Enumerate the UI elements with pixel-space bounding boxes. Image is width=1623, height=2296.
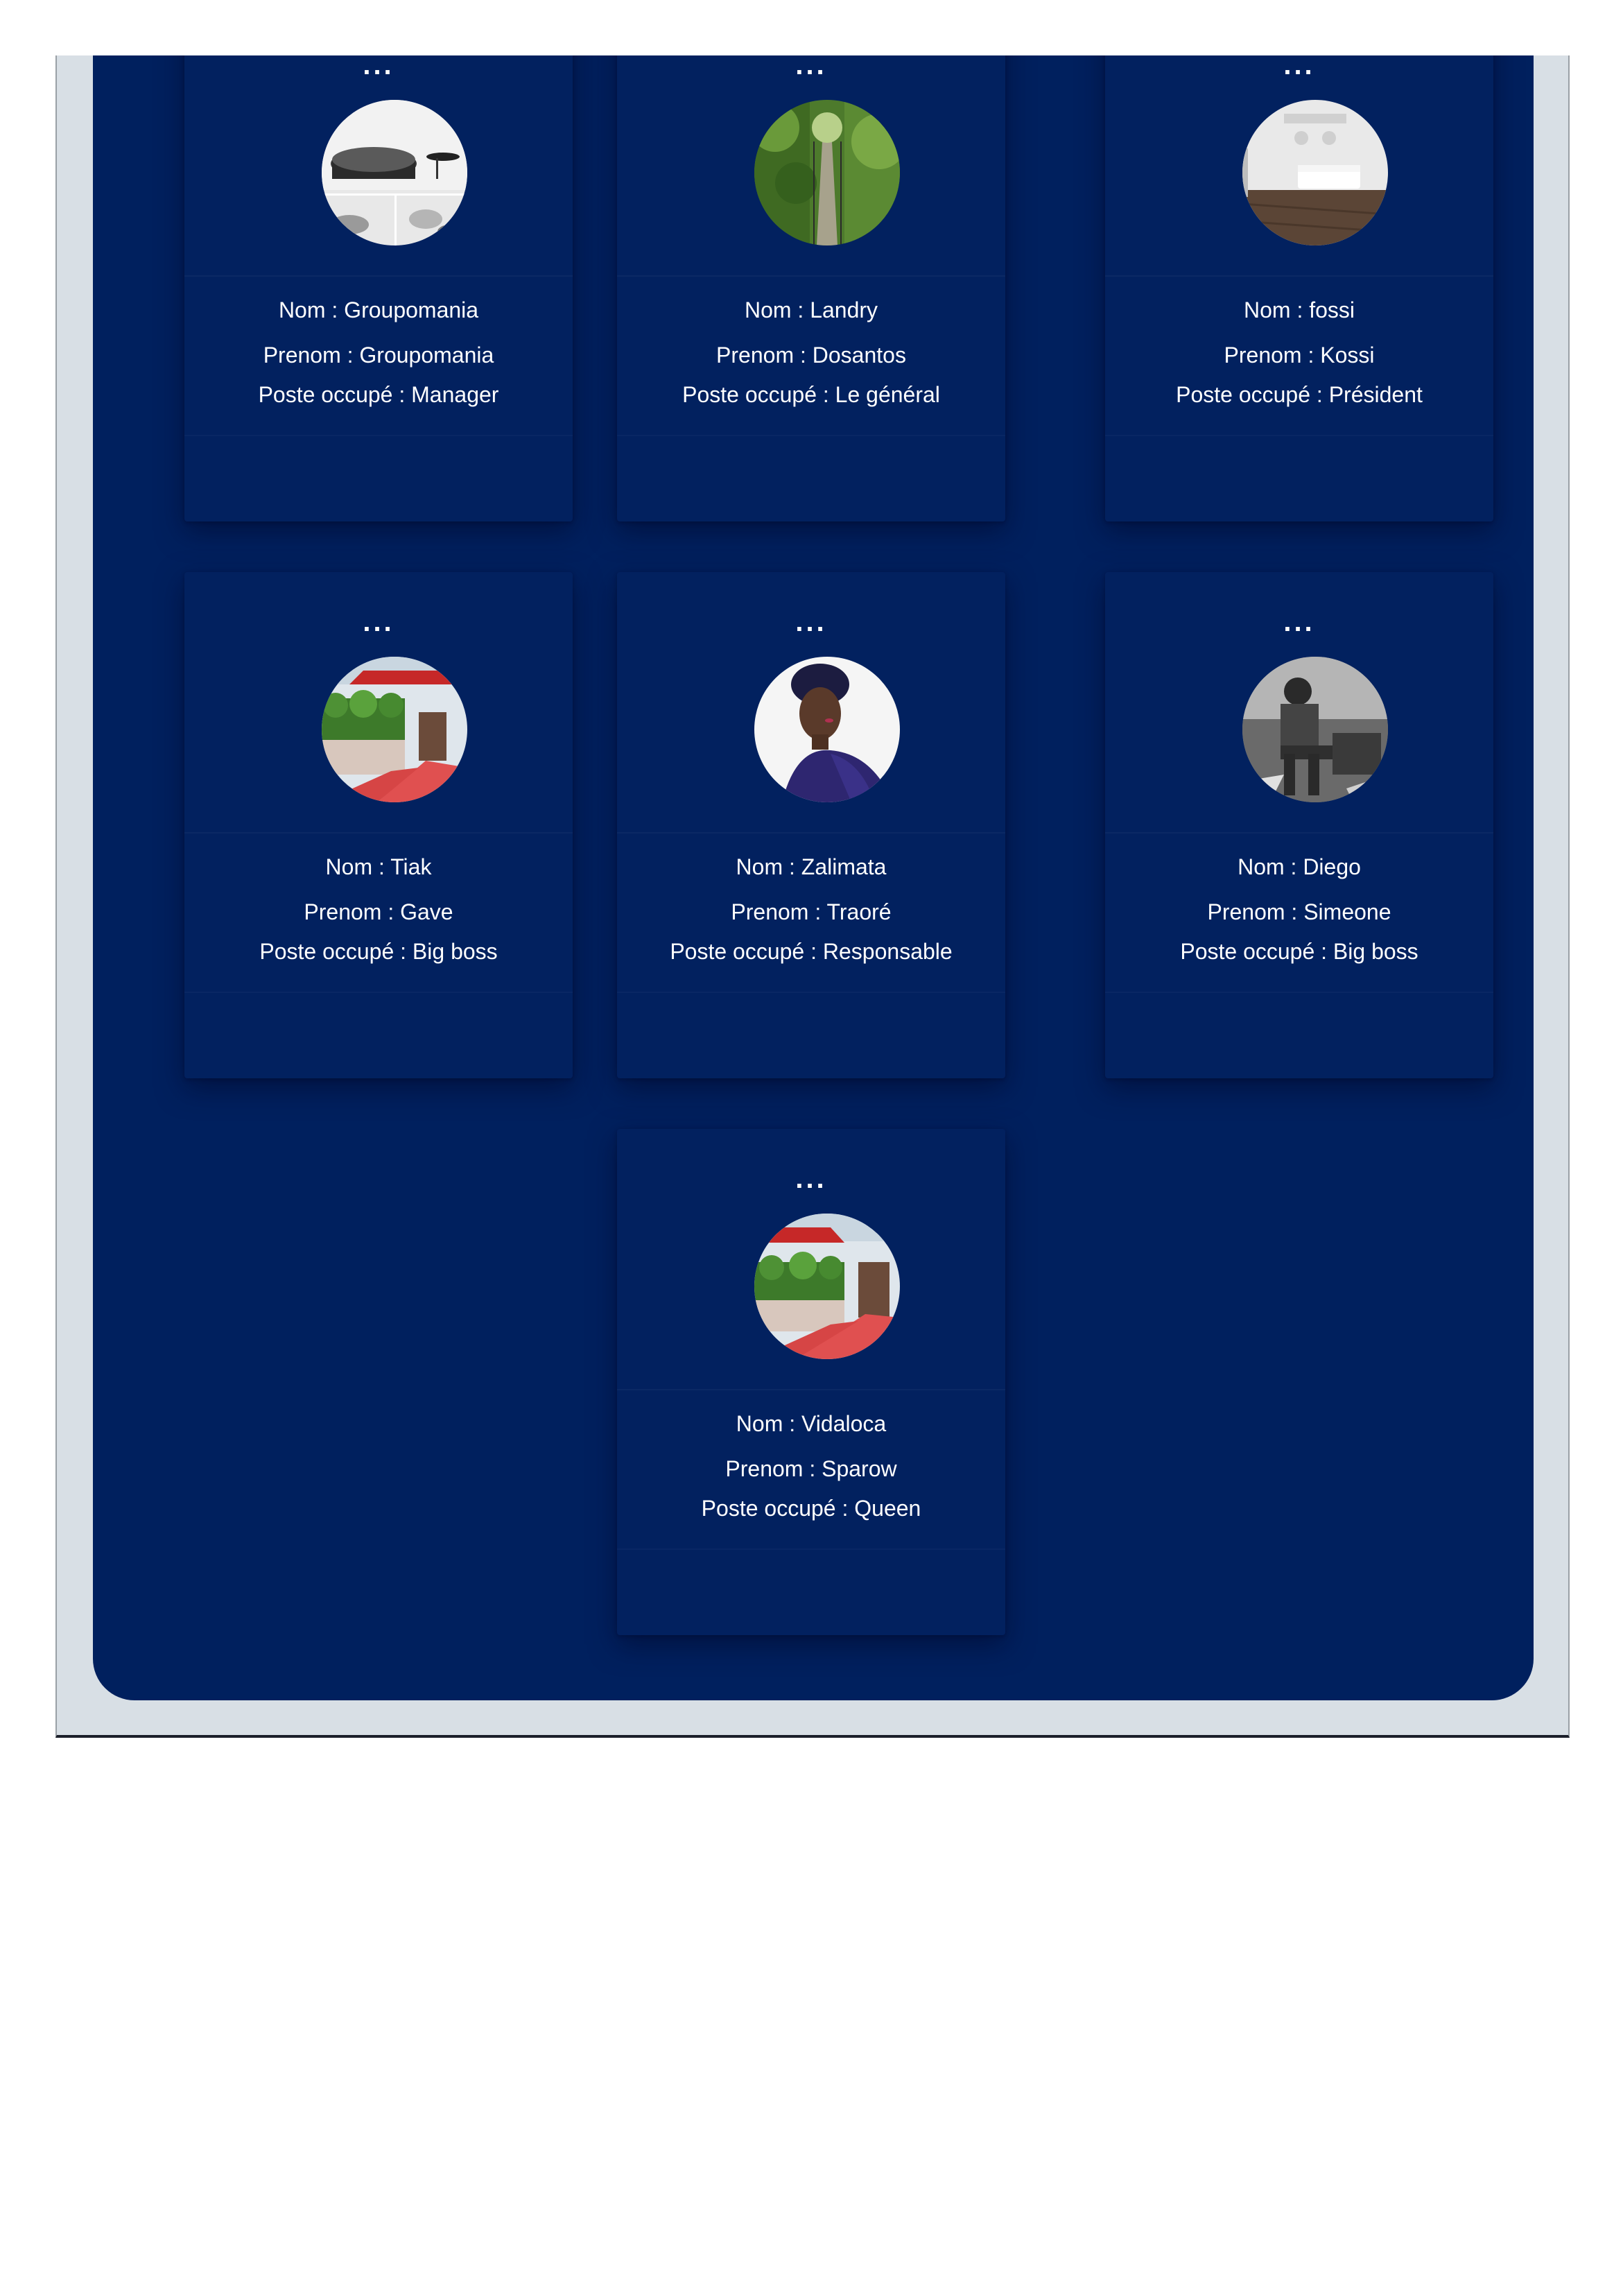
card-footer <box>1105 992 1493 993</box>
avatar <box>322 657 467 802</box>
employee-card: ... Nom : Diego Prenom : Simeone Poste o… <box>1105 572 1493 1078</box>
card-divider <box>184 832 573 834</box>
employee-poste: Poste occupé : Manager <box>258 382 499 407</box>
employee-card: ... Nom : Groupomania Prenom: Groupoman… <box>184 55 573 521</box>
avatar <box>1242 100 1388 245</box>
avatar <box>754 1214 900 1359</box>
avatar <box>754 100 900 245</box>
employee-poste: Poste occupé : Big boss <box>259 939 498 964</box>
card-divider <box>1105 832 1493 834</box>
employee-prenom: Prenom : Sparow <box>725 1456 897 1481</box>
card-footer <box>617 992 1005 993</box>
card-footer <box>184 435 573 436</box>
employee-nom: Nom : fossi <box>1243 297 1355 322</box>
employee-poste: Poste occupé : Le général <box>682 382 940 407</box>
card-divider <box>184 275 573 277</box>
card-divider <box>1105 275 1493 277</box>
card-menu-button[interactable]: ... <box>617 1165 1005 1193</box>
employee-poste: Poste occupé : Président <box>1176 382 1423 407</box>
employees-panel: ... Nom : Groupomania Prenom: Groupoman… <box>93 55 1534 1700</box>
card-menu-button[interactable]: ... <box>617 55 1005 79</box>
employee-card: ... Nom : Landry Prenom : Dosantos Poste… <box>617 55 1005 521</box>
card-menu-button[interactable]: ... <box>617 608 1005 636</box>
card-footer <box>1105 435 1493 436</box>
avatar <box>1242 657 1388 802</box>
employee-nom: Nom : Groupomania <box>278 297 479 322</box>
employee-nom: Nom : Vidaloca <box>736 1411 887 1436</box>
card-footer <box>617 1548 1005 1550</box>
card-divider <box>617 832 1005 834</box>
page-viewport: ... Nom : Groupomania Prenom: Groupoman… <box>55 55 1570 1738</box>
avatar <box>322 100 467 245</box>
employee-poste: Poste occupé : Responsable <box>670 939 953 964</box>
employee-nom: Nom : Diego <box>1238 854 1361 879</box>
employee-nom: Nom : Zalimata <box>736 854 887 879</box>
employee-prenom: Prenom : Traoré <box>731 899 892 924</box>
employee-card: ... Nom : Vidaloca Prenom : Sparow Poste… <box>617 1129 1005 1635</box>
employee-prenom: Prenom : Groupomania <box>263 343 494 368</box>
employee-prenom: Prenom : Kossi <box>1224 343 1375 368</box>
card-footer <box>617 435 1005 436</box>
card-divider <box>617 1389 1005 1390</box>
employee-poste: Poste occupé : Queen <box>701 1496 921 1521</box>
employee-prenom: Prenom : Gave <box>304 899 453 924</box>
employee-nom: Nom : Landry <box>744 297 878 322</box>
card-footer <box>184 992 573 993</box>
card-menu-button[interactable]: ... <box>1105 55 1493 79</box>
avatar <box>754 657 900 802</box>
employee-card: ... Nom : fossi Prenom : Kossi Poste occ… <box>1105 55 1493 521</box>
employee-poste: Poste occupé : Big boss <box>1180 939 1418 964</box>
employee-card: ... Nom : Tiak Prenom : Gave Poste occup… <box>184 572 573 1078</box>
card-menu-button[interactable]: ... <box>184 55 573 79</box>
employee-card: ... Nom : Zalimata Prenom : Traoré Poste… <box>617 572 1005 1078</box>
employee-prenom: Prenom : Simeone <box>1207 899 1391 924</box>
employee-prenom: Prenom : Dosantos <box>716 343 906 368</box>
employee-nom: Nom : Tiak <box>325 854 432 879</box>
card-menu-button[interactable]: ... <box>184 608 573 636</box>
card-menu-button[interactable]: ... <box>1105 608 1493 636</box>
card-divider <box>617 275 1005 277</box>
